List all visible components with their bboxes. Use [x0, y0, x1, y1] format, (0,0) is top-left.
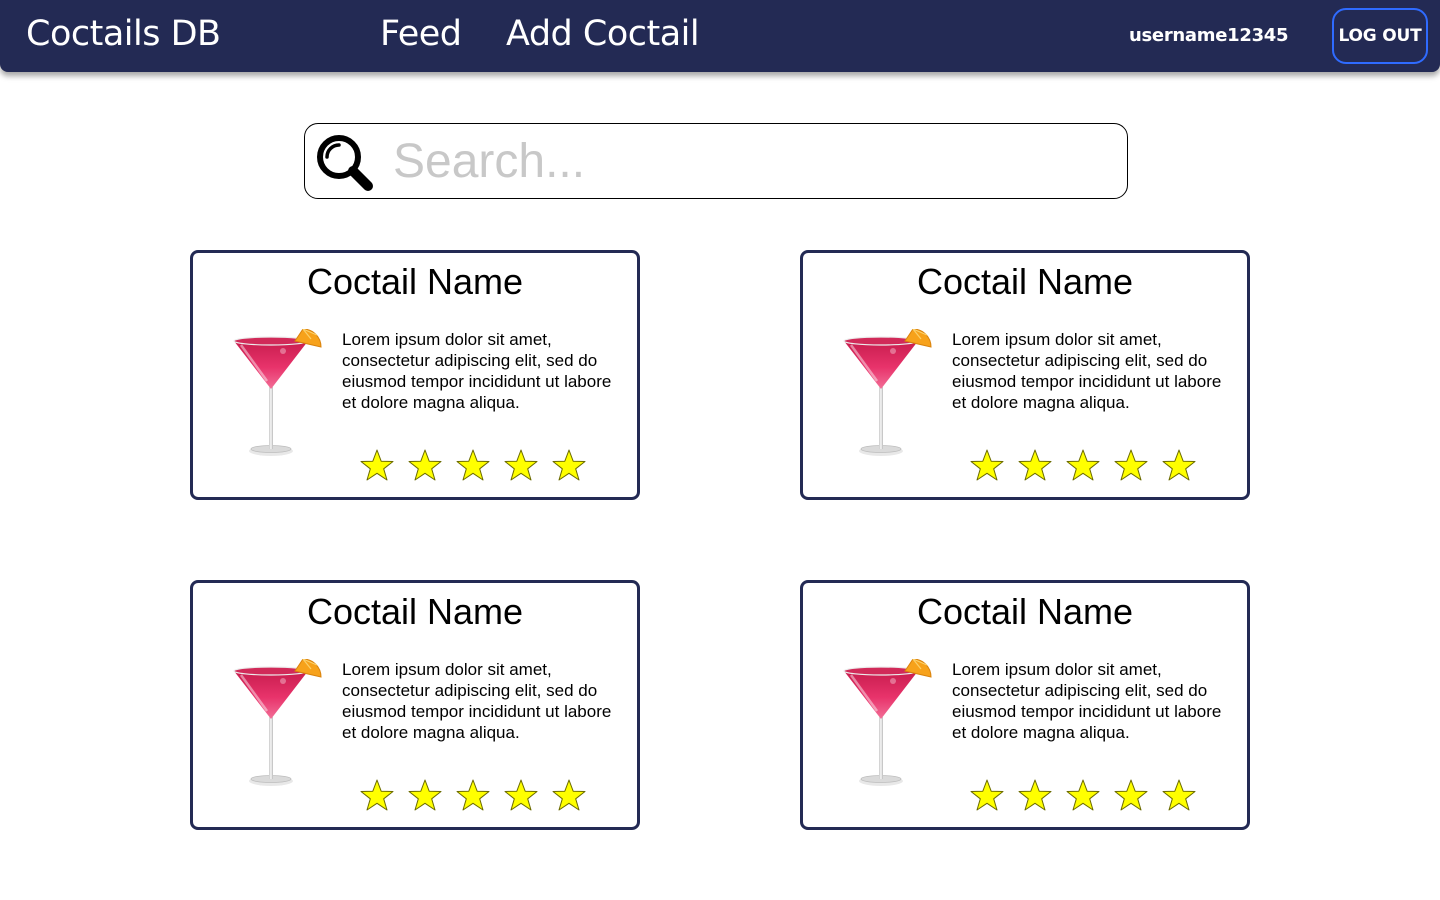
nav-link-add-coctail[interactable]: Add Coctail	[506, 14, 700, 54]
star-icon[interactable]	[1065, 448, 1101, 484]
star-icon[interactable]	[503, 778, 539, 814]
star-icon[interactable]	[1161, 778, 1197, 814]
star-icon[interactable]	[551, 778, 587, 814]
coctail-card[interactable]: Coctail Name Lorem ipsum dolor sit amet,…	[190, 250, 640, 500]
coctail-description: Lorem ipsum dolor sit amet, consectetur …	[952, 660, 1222, 742]
search-bar[interactable]	[304, 123, 1128, 199]
cocktail-glass-image	[233, 329, 322, 456]
star-icon[interactable]	[407, 778, 443, 814]
coctail-name: Coctail Name	[916, 261, 1134, 302]
star-icon[interactable]	[1161, 448, 1197, 484]
star-icon[interactable]	[1113, 778, 1149, 814]
star-icon[interactable]	[455, 448, 491, 484]
star-icon[interactable]	[969, 778, 1005, 814]
star-icon[interactable]	[359, 448, 395, 484]
top-navbar: Coctails DB Feed Add Coctail username123…	[0, 0, 1440, 72]
star-icon[interactable]	[455, 778, 491, 814]
star-icon[interactable]	[1065, 778, 1101, 814]
search-icon[interactable]	[313, 131, 375, 193]
star-icon[interactable]	[1017, 448, 1053, 484]
star-icon[interactable]	[969, 448, 1005, 484]
coctail-description: Lorem ipsum dolor sit amet, consectetur …	[342, 660, 612, 742]
coctail-card[interactable]: Coctail Name Lorem ipsum dolor sit amet,…	[800, 580, 1250, 830]
star-icon[interactable]	[1113, 448, 1149, 484]
coctail-description: Lorem ipsum dolor sit amet, consectetur …	[952, 330, 1222, 412]
star-icon[interactable]	[1017, 778, 1053, 814]
coctail-name: Coctail Name	[306, 591, 524, 632]
cocktail-glass-image	[843, 659, 932, 786]
coctail-card[interactable]: Coctail Name Lorem ipsum dolor sit amet,…	[190, 580, 640, 830]
coctail-name: Coctail Name	[916, 591, 1134, 632]
star-icon[interactable]	[359, 778, 395, 814]
brand-logo-link[interactable]: Coctails DB	[26, 14, 221, 54]
coctail-name: Coctail Name	[306, 261, 524, 302]
logout-button[interactable]: LOG OUT	[1332, 8, 1428, 64]
search-input[interactable]	[393, 132, 1113, 190]
username-label: username12345	[1129, 25, 1289, 46]
cocktail-glass-image	[843, 329, 932, 456]
nav-link-feed[interactable]: Feed	[380, 14, 462, 54]
coctail-card[interactable]: Coctail Name Lorem ipsum dolor sit amet,…	[800, 250, 1250, 500]
star-icon[interactable]	[551, 448, 587, 484]
star-icon[interactable]	[503, 448, 539, 484]
coctail-description: Lorem ipsum dolor sit amet, consectetur …	[342, 330, 612, 412]
star-icon[interactable]	[407, 448, 443, 484]
cocktail-glass-image	[233, 659, 322, 786]
